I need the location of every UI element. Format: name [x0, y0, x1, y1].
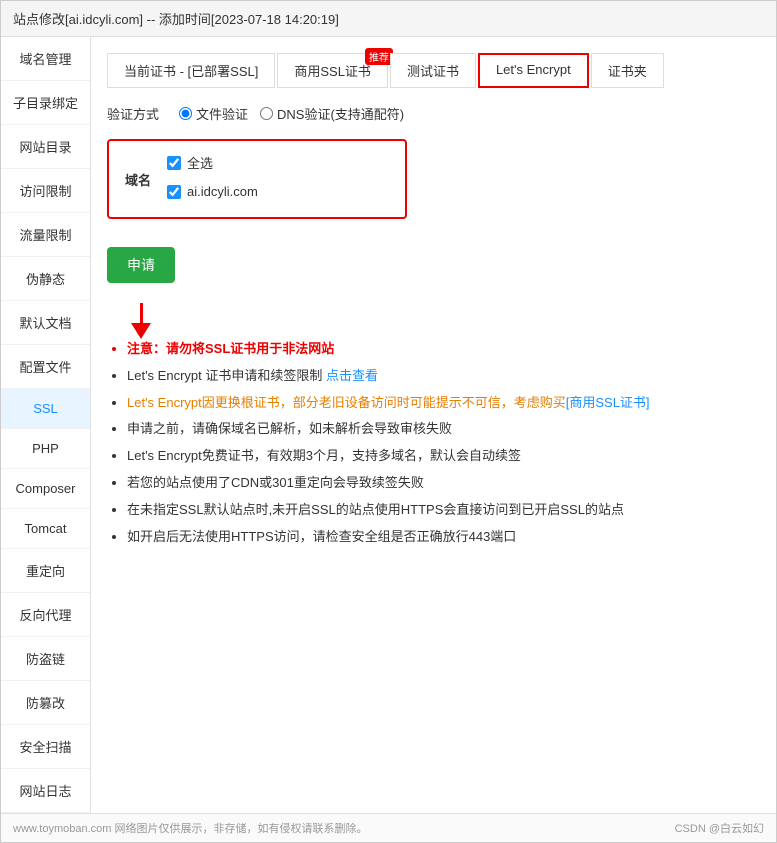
file-verify-option[interactable]: 文件验证 [179, 104, 248, 123]
domain-section-label: 域名 [125, 170, 151, 189]
dns-verify-label: DNS验证(支持通配符) [277, 104, 404, 123]
sidebar-item-反向代理[interactable]: 反向代理 [1, 593, 90, 637]
note-0: 注意：请勿将SSL证书用于非法网站 [127, 339, 760, 360]
note-6: 在未指定SSL默认站点时,未开启SSL的站点使用HTTPS会直接访问到已开启SS… [127, 500, 760, 521]
sidebar-item-伪静态[interactable]: 伪静态 [1, 257, 90, 301]
select-all-checkbox[interactable] [167, 156, 181, 170]
dns-verify-option[interactable]: DNS验证(支持通配符) [260, 104, 404, 123]
sidebar-item-Tomcat[interactable]: Tomcat [1, 509, 90, 549]
dns-verify-radio[interactable] [260, 107, 273, 120]
down-arrow-icon [131, 323, 151, 339]
note-1: Let's Encrypt 证书申请和续签限制 点击查看 [127, 366, 760, 387]
content-area: 当前证书 - [已部署SSL]商用SSL证书推荐测试证书Let's Encryp… [91, 37, 776, 813]
tabs-container: 当前证书 - [已部署SSL]商用SSL证书推荐测试证书Let's Encryp… [107, 53, 760, 88]
tab-LetsEncrypt[interactable]: Let's Encrypt [478, 53, 589, 88]
select-all-label: 全选 [187, 153, 213, 172]
apply-section: 申请 [107, 247, 760, 339]
sidebar-item-子目录绑定[interactable]: 子目录绑定 [1, 81, 90, 125]
sidebar: 域名管理子目录绑定网站目录访问限制流量限制伪静态默认文档配置文件SSLPHPCo… [1, 37, 91, 813]
sidebar-item-网站日志[interactable]: 网站日志 [1, 769, 90, 813]
main-layout: 域名管理子目录绑定网站目录访问限制流量限制伪静态默认文档配置文件SSLPHPCo… [1, 37, 776, 813]
sidebar-item-访问限制[interactable]: 访问限制 [1, 169, 90, 213]
verify-label: 验证方式 [107, 104, 159, 123]
note-2-link[interactable]: [商用SSL证书] [566, 395, 650, 410]
tab-证书夹[interactable]: 证书夹 [591, 53, 664, 88]
tab-测试证书[interactable]: 测试证书 [390, 53, 476, 88]
apply-button[interactable]: 申请 [107, 247, 175, 283]
footer-right: CSDN @白云如幻 [675, 820, 764, 836]
file-verify-label: 文件验证 [196, 104, 248, 123]
sidebar-item-Composer[interactable]: Composer [1, 469, 90, 509]
sidebar-item-防篡改[interactable]: 防篡改 [1, 681, 90, 725]
tab-商用SSL证书[interactable]: 商用SSL证书推荐 [277, 53, 388, 88]
select-all-row: 全选 [167, 153, 258, 172]
note-2: Let's Encrypt因更换根证书，部分老旧设备访问时可能提示不可信，考虑购… [127, 393, 760, 414]
file-verify-radio[interactable] [179, 107, 192, 120]
sidebar-item-默认文档[interactable]: 默认文档 [1, 301, 90, 345]
sidebar-item-SSL[interactable]: SSL [1, 389, 90, 429]
notes-list: 注意：请勿将SSL证书用于非法网站 Let's Encrypt 证书申请和续签限… [107, 339, 760, 547]
footer: www.toymoban.com 网络图片仅供展示，非存储，如有侵权请联系删除。… [1, 813, 776, 842]
window-title: 站点修改[ai.idcyli.com] -- 添加时间[2023-07-18 1… [13, 12, 339, 27]
domain-value: ai.idcyli.com [187, 184, 258, 199]
sidebar-item-配置文件[interactable]: 配置文件 [1, 345, 90, 389]
verify-method-row: 验证方式 文件验证 DNS验证(支持通配符) [107, 104, 760, 123]
tab-当前证书-[已部署SSL][interactable]: 当前证书 - [已部署SSL] [107, 53, 275, 88]
note-7: 如开启后无法使用HTTPS访问，请检查安全组是否正确放行443端口 [127, 527, 760, 548]
sidebar-item-流量限制[interactable]: 流量限制 [1, 213, 90, 257]
sidebar-item-PHP[interactable]: PHP [1, 429, 90, 469]
sidebar-item-网站目录[interactable]: 网站目录 [1, 125, 90, 169]
domain-section: 域名 全选 ai.idcyli.com [107, 139, 407, 219]
note-4: Let's Encrypt免费证书，有效期3个月，支持多域名，默认会自动续签 [127, 446, 760, 467]
sidebar-item-重定向[interactable]: 重定向 [1, 549, 90, 593]
window: 站点修改[ai.idcyli.com] -- 添加时间[2023-07-18 1… [0, 0, 777, 843]
domain-row: ai.idcyli.com [167, 184, 258, 199]
sidebar-item-防盗链[interactable]: 防盗链 [1, 637, 90, 681]
title-bar: 站点修改[ai.idcyli.com] -- 添加时间[2023-07-18 1… [1, 1, 776, 37]
footer-left: www.toymoban.com 网络图片仅供展示，非存储，如有侵权请联系删除。 [13, 820, 367, 836]
note-1-link[interactable]: 点击查看 [326, 368, 378, 383]
note-3: 申请之前，请确保域名已解析，如未解析会导致审核失败 [127, 419, 760, 440]
note-5: 若您的站点使用了CDN或301重定向会导致续签失败 [127, 473, 760, 494]
sidebar-item-安全扫描[interactable]: 安全扫描 [1, 725, 90, 769]
sidebar-item-域名管理[interactable]: 域名管理 [1, 37, 90, 81]
domain-checkbox[interactable] [167, 185, 181, 199]
